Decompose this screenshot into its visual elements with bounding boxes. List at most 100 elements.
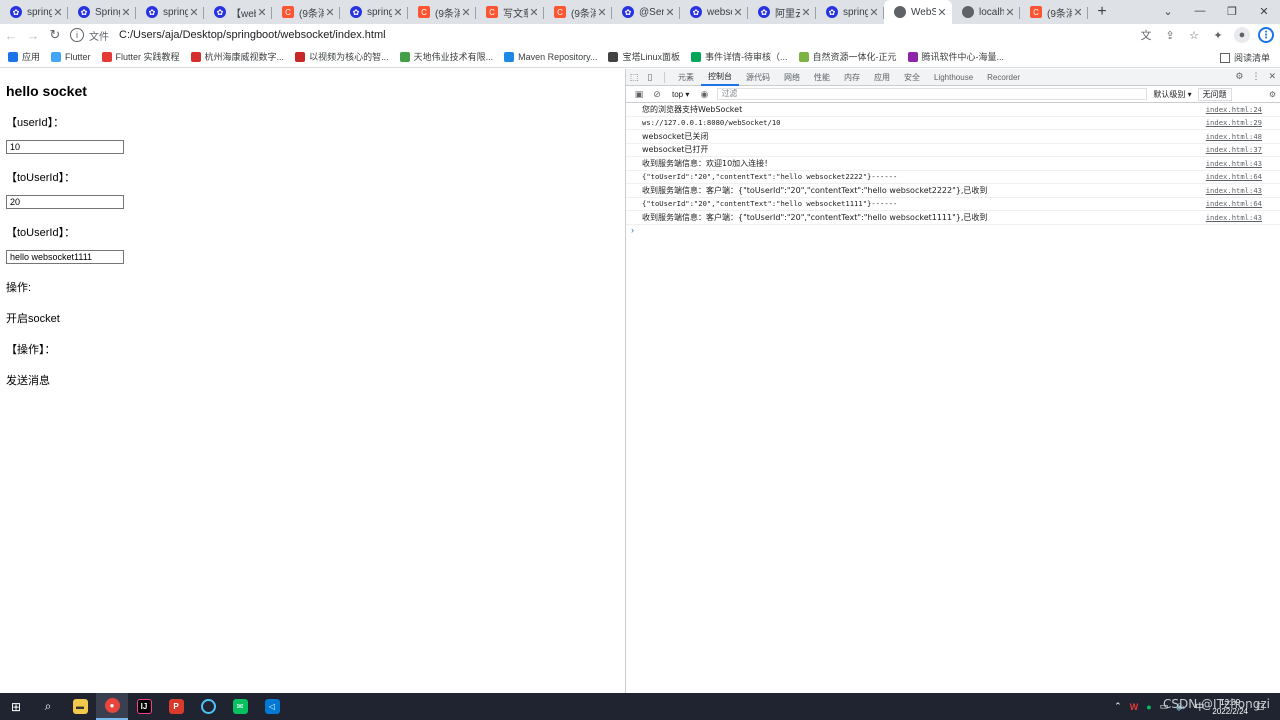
wechat-taskbar-icon[interactable]: ✉: [224, 693, 256, 720]
devtools-tab[interactable]: 安全: [897, 69, 927, 86]
close-tab-icon[interactable]: ✕: [324, 6, 336, 19]
content-input[interactable]: hello websocket1111: [6, 250, 124, 264]
close-tab-icon[interactable]: ✕: [664, 6, 676, 19]
browser-tab[interactable]: C (9条消 ✕: [408, 1, 476, 23]
close-tab-icon[interactable]: ✕: [732, 6, 744, 19]
browser-tab[interactable]: C (9条消 ✕: [1020, 1, 1088, 23]
close-tab-icon[interactable]: ✕: [120, 6, 132, 19]
browser-tab[interactable]: ✿ webso✕: [680, 1, 748, 23]
devtools-tab[interactable]: Lighthouse: [927, 69, 980, 86]
browser-tab[interactable]: ✿ spring ✕: [0, 1, 68, 23]
more-icon[interactable]: ⋮: [1251, 71, 1260, 82]
devtools-tab[interactable]: 元素: [671, 69, 701, 86]
console-source-link[interactable]: index.html:43: [1206, 186, 1262, 195]
close-tab-icon[interactable]: ✕: [52, 6, 64, 19]
bookmark-item[interactable]: 自然资源一体化-正元: [798, 50, 897, 63]
console-source-link[interactable]: index.html:24: [1206, 105, 1262, 114]
close-tab-icon[interactable]: ✕: [1004, 6, 1016, 19]
browser-tab[interactable]: WebS ✕: [884, 0, 952, 24]
close-tab-icon[interactable]: ✕: [528, 6, 540, 19]
devtools-tab[interactable]: 控制台: [701, 69, 739, 86]
reload-button[interactable]: ↻: [44, 27, 66, 43]
console-settings-icon[interactable]: ⚙: [1269, 90, 1276, 99]
console-prompt[interactable]: ›: [626, 225, 1280, 239]
bookmark-item[interactable]: Flutter 实践教程: [101, 50, 180, 63]
start-button[interactable]: ⊞: [0, 693, 32, 720]
reading-list-button[interactable]: 阅读清单: [1219, 51, 1270, 64]
restore-button[interactable]: ❐: [1216, 0, 1248, 22]
userid-input[interactable]: 10: [6, 140, 124, 154]
forward-button[interactable]: →: [22, 28, 44, 43]
back-button[interactable]: ←: [0, 28, 22, 43]
profile-avatar[interactable]: ●: [1234, 27, 1250, 43]
browser-tab[interactable]: localh ✕: [952, 1, 1020, 23]
address-bar[interactable]: i 文件 C:/Users/aja/Desktop/springboot/web…: [70, 26, 386, 44]
bookmark-star-icon[interactable]: ☆: [1186, 27, 1202, 43]
new-tab-button[interactable]: +: [1088, 0, 1116, 24]
bookmark-item[interactable]: 以视频为核心的智...: [295, 50, 389, 63]
close-tab-icon[interactable]: ✕: [936, 6, 948, 19]
filter-input[interactable]: 过滤: [717, 88, 1148, 100]
url-text[interactable]: C:/Users/aja/Desktop/springboot/websocke…: [119, 29, 386, 41]
close-tab-icon[interactable]: ✕: [392, 6, 404, 19]
browser-tab[interactable]: ✿ spring ✕: [340, 1, 408, 23]
share-icon[interactable]: ⇪: [1162, 27, 1178, 43]
eye-icon[interactable]: ◉: [695, 89, 713, 100]
chrome-taskbar-icon[interactable]: ●: [96, 693, 128, 720]
browser-tab[interactable]: ✿ 阿里云✕: [748, 1, 816, 23]
settings-gear-icon[interactable]: ⚙: [1235, 71, 1243, 82]
issues-button[interactable]: 无问题: [1197, 87, 1232, 101]
devtools-tab[interactable]: 网络: [777, 69, 807, 86]
console-source-link[interactable]: index.html:43: [1206, 159, 1262, 168]
bookmark-item[interactable]: 应用: [8, 50, 40, 63]
console-source-link[interactable]: index.html:48: [1206, 132, 1262, 141]
bookmark-item[interactable]: Flutter: [51, 51, 91, 62]
browser-tab[interactable]: ✿ Spring✕: [68, 1, 136, 23]
bookmark-item[interactable]: Maven Repository...: [504, 51, 597, 62]
info-icon[interactable]: i: [70, 28, 84, 42]
devtools-tab[interactable]: Recorder: [980, 69, 1027, 86]
sidebar-toggle-icon[interactable]: ▣: [630, 89, 648, 100]
minimize-button[interactable]: —: [1184, 0, 1216, 22]
devtools-tab[interactable]: 源代码: [739, 69, 777, 86]
close-tab-icon[interactable]: ✕: [460, 6, 472, 19]
close-tab-icon[interactable]: ✕: [800, 6, 812, 19]
devtools-tab[interactable]: 性能: [807, 69, 837, 86]
close-window-button[interactable]: ✕: [1248, 0, 1280, 22]
search-icon[interactable]: ⌕: [32, 693, 64, 720]
close-tab-icon[interactable]: ✕: [1072, 6, 1084, 19]
console-source-link[interactable]: index.html:29: [1206, 118, 1262, 127]
clear-console-icon[interactable]: ⊘: [648, 89, 666, 100]
bookmark-item[interactable]: 腾讯软件中心-海量...: [907, 50, 1004, 63]
bookmark-item[interactable]: 杭州海康威视数字...: [190, 50, 284, 63]
translate-icon[interactable]: 文: [1138, 27, 1154, 43]
send-message-link[interactable]: 发送消息: [6, 372, 625, 388]
close-tab-icon[interactable]: ✕: [868, 6, 880, 19]
close-tab-icon[interactable]: ✕: [256, 6, 268, 19]
postman-taskbar-icon[interactable]: P: [160, 693, 192, 720]
device-toolbar-icon[interactable]: ▯: [642, 72, 658, 83]
console-source-link[interactable]: index.html:64: [1206, 172, 1262, 181]
close-devtools-icon[interactable]: ✕: [1268, 71, 1276, 82]
console-source-link[interactable]: index.html:64: [1206, 199, 1262, 208]
context-selector[interactable]: top ▾: [672, 90, 689, 99]
console-source-link[interactable]: index.html:43: [1206, 213, 1262, 222]
file-explorer-icon[interactable]: ▬: [64, 693, 96, 720]
close-tab-icon[interactable]: ✕: [188, 6, 200, 19]
touserid-input[interactable]: 20: [6, 195, 124, 209]
bookmark-item[interactable]: 宝塔Linux面板: [608, 50, 680, 63]
browser-tab[interactable]: ✿ @Serv✕: [612, 1, 680, 23]
close-tab-icon[interactable]: ✕: [596, 6, 608, 19]
devtools-tab[interactable]: 应用: [867, 69, 897, 86]
browser-tab[interactable]: ✿ 【web✕: [204, 1, 272, 23]
browser-tab[interactable]: C (9条消 ✕: [544, 1, 612, 23]
console-source-link[interactable]: index.html:37: [1206, 145, 1262, 154]
wechat-tray-icon[interactable]: ●: [1146, 702, 1151, 712]
vscode-taskbar-icon[interactable]: ◁: [256, 693, 288, 720]
inspect-icon[interactable]: ⬚: [626, 72, 642, 83]
bookmark-item[interactable]: 事件详情-待审核（...: [691, 50, 788, 63]
app-taskbar-icon[interactable]: [192, 693, 224, 720]
browser-tab[interactable]: C 写文章✕: [476, 1, 544, 23]
extensions-icon[interactable]: ✦: [1210, 27, 1226, 43]
browser-tab[interactable]: ✿ spring ✕: [136, 1, 204, 23]
